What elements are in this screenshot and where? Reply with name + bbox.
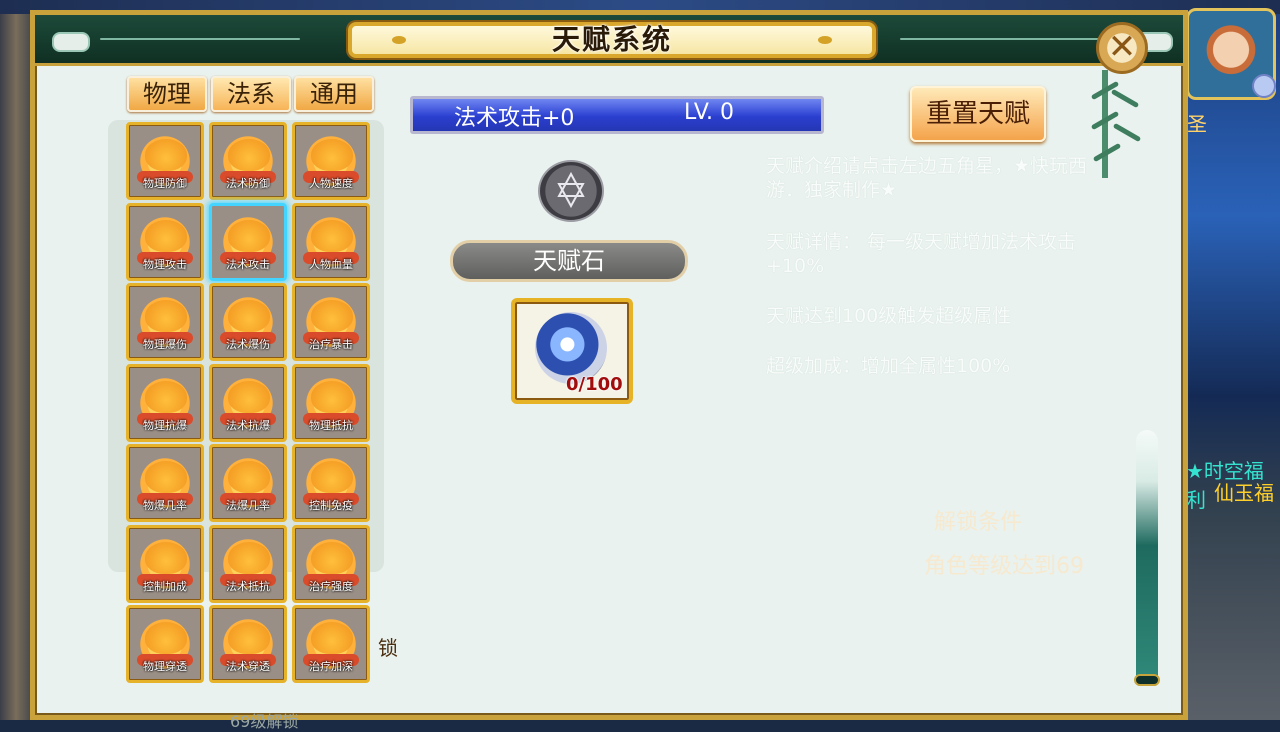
skill-mascot-icon	[311, 461, 353, 493]
skill-label: 法爆几率	[226, 499, 270, 512]
skill-cell[interactable]: 物理攻击	[126, 202, 204, 281]
skill-mascot-icon	[228, 622, 270, 654]
skill-mascot-icon	[228, 461, 270, 493]
skill-mascot-icon	[145, 541, 187, 574]
skill-cell[interactable]: 法术穿透	[209, 605, 287, 683]
skill-cell[interactable]: 治疗加深	[292, 605, 370, 683]
skill-label: 控制免疫	[309, 499, 353, 512]
skill-cell[interactable]: 治疗暴击	[292, 283, 370, 361]
skill-cell[interactable]: 物理抵抗	[292, 363, 370, 442]
skill-label: 法术防御	[226, 177, 270, 190]
close-icon: ✕	[1107, 27, 1137, 67]
header-gem-left-icon	[52, 32, 90, 52]
skill-label: 物理攻击	[143, 257, 187, 271]
tab-magic[interactable]: 法系	[211, 76, 291, 112]
skill-mascot-icon	[311, 300, 353, 332]
skill-cell[interactable]: 法术防御	[209, 122, 287, 200]
tab-physical[interactable]: 物理	[127, 76, 207, 112]
skill-cell[interactable]: 法爆几率	[209, 444, 287, 522]
skill-label: 法术抵抗	[226, 579, 270, 593]
side-text-xianyu[interactable]: 仙玉福	[1214, 477, 1274, 506]
skill-cell[interactable]: 人物血量	[292, 202, 370, 281]
side-text-cheng: 圣	[1187, 112, 1207, 136]
skill-label: 治疗暴击	[309, 338, 353, 351]
skill-grid: 物理防御 法术防御 人物速度物理攻击 法术攻击 人物血量物理爆伤 法术爆伤 治疗暴击物理抗爆…	[126, 122, 378, 688]
lock-label: 锁	[378, 636, 398, 660]
skill-cell[interactable]: 物理防御	[126, 122, 204, 200]
brush-cap-decor	[1134, 674, 1160, 686]
skill-label: 法术爆伤	[226, 338, 270, 351]
talent-stone-title: 天赋石	[533, 247, 605, 275]
skill-label: 治疗强度	[309, 579, 353, 593]
reset-talent-button[interactable]: 重置天赋	[910, 86, 1046, 142]
skill-label: 法术抗爆	[226, 418, 270, 432]
skill-mascot-icon	[228, 380, 270, 413]
skill-cell[interactable]: 物爆几率	[126, 444, 204, 522]
skill-label: 物理抵抗	[309, 418, 353, 432]
skill-mascot-icon	[145, 300, 187, 332]
skill-label: 法术穿透	[226, 660, 270, 673]
skill-label: 人物血量	[309, 257, 353, 271]
header-swirl-decor	[100, 38, 300, 40]
skill-cell[interactable]: 法术攻击	[209, 202, 287, 281]
skill-cell[interactable]: 法术抗爆	[209, 363, 287, 442]
skill-mascot-icon	[311, 219, 353, 252]
description-intro: 天赋介绍请点击左边五角星，★快玩西游．独家制作★	[766, 155, 1088, 201]
unlock-condition-text: 角色等级达到69	[924, 554, 1084, 579]
skill-label: 控制加成	[143, 579, 187, 593]
unlock-condition-title: 解锁条件	[934, 510, 1023, 535]
talent-stone-count: 0/100	[566, 374, 623, 395]
skill-mascot-icon	[228, 219, 270, 252]
skill-mascot-icon	[145, 139, 187, 171]
description-bonus: 超级加成：增加全属性100%	[766, 355, 1011, 377]
skill-mascot-icon	[311, 541, 353, 574]
skill-mascot-icon	[228, 139, 270, 171]
skill-label: 人物速度	[309, 177, 353, 190]
description-super: 天赋达到100级触发超级属性	[766, 305, 1012, 327]
hexagram-star-icon[interactable]	[538, 160, 604, 222]
skill-label: 物理穿透	[143, 660, 187, 673]
skill-mascot-icon	[311, 380, 353, 413]
skill-cell[interactable]: 法术抵抗	[209, 524, 287, 603]
skill-cell[interactable]: 法术爆伤	[209, 283, 287, 361]
skill-label: 治疗加深	[309, 660, 353, 673]
skill-cell[interactable]: 控制加成	[126, 524, 204, 603]
skill-mascot-icon	[145, 219, 187, 252]
skill-mascot-icon	[311, 139, 353, 171]
skill-label: 物理防御	[143, 177, 187, 190]
skill-cell[interactable]: 控制免疫	[292, 444, 370, 522]
skill-mascot-icon	[145, 622, 187, 654]
skill-cell[interactable]: 物理穿透	[126, 605, 204, 683]
skill-cell[interactable]: 人物速度	[292, 122, 370, 200]
unlock-level-hint: 69级解锁	[230, 712, 299, 731]
skill-label: 物理爆伤	[143, 338, 187, 351]
skill-label: 物爆几率	[143, 499, 187, 512]
skill-cell[interactable]: 物理爆伤	[126, 283, 204, 361]
skill-mascot-icon	[228, 541, 270, 574]
brush-scroll-decor	[1136, 430, 1158, 686]
skill-label: 法术攻击	[226, 257, 270, 271]
close-button[interactable]: ✕	[1096, 22, 1148, 74]
skill-cell[interactable]: 物理抗爆	[126, 363, 204, 442]
talent-level: LV. 0	[684, 100, 735, 125]
skill-mascot-icon	[145, 380, 187, 413]
tab-general[interactable]: 通用	[294, 76, 374, 112]
description-detail: 天赋详情： 每一级天赋增加法术攻击+10%	[766, 231, 1077, 277]
header-swirl-decor	[900, 38, 1100, 40]
skill-mascot-icon	[145, 461, 187, 493]
window-title: 天赋系统	[551, 23, 672, 56]
avatar-badge-icon	[1252, 74, 1276, 98]
skill-cell[interactable]: 治疗强度	[292, 524, 370, 603]
skill-mascot-icon	[228, 300, 270, 332]
skill-mascot-icon	[311, 622, 353, 654]
talent-name: 法术攻击+0	[454, 106, 575, 131]
skill-label: 物理抗爆	[143, 418, 187, 432]
